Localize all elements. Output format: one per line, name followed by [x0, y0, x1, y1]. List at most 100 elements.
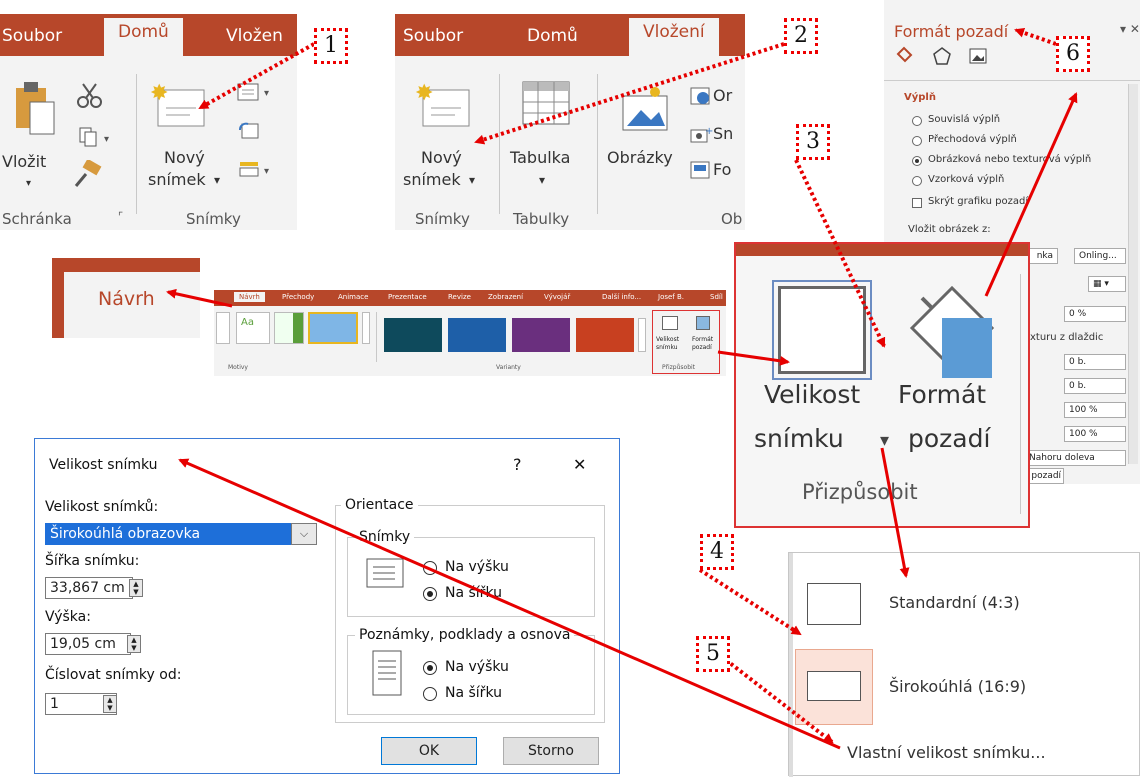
reset-icon[interactable] — [238, 120, 260, 142]
dialog-launcher-icon[interactable]: ⌜ — [118, 210, 123, 223]
picture-icon[interactable] — [968, 46, 988, 66]
opt-gradient[interactable]: Přechodová výplň — [928, 134, 1017, 145]
theme-thumb-2[interactable]: Aa — [236, 312, 270, 344]
mini-format-bg-icon[interactable] — [696, 316, 710, 330]
tab-home[interactable]: Domů — [527, 26, 578, 46]
slide-size-label-1[interactable]: Velikost — [764, 380, 860, 409]
cancel-button[interactable]: Storno — [503, 737, 599, 765]
online-pictures-label[interactable]: Or — [713, 86, 732, 106]
slide-size-dropdown-icon[interactable]: ⌵ — [291, 523, 317, 545]
tab-insert[interactable]: Vložen — [226, 26, 283, 46]
opt-picture[interactable]: Obrázková nebo texturová výplň — [928, 154, 1091, 165]
radio-gradient[interactable] — [912, 136, 922, 146]
radio-solid[interactable] — [912, 116, 922, 126]
slide-size-label-2[interactable]: snímku — [754, 424, 844, 453]
alignment-dropdown[interactable]: Nahoru doleva — [1024, 450, 1126, 466]
mini-format-label-1[interactable]: Formát — [692, 336, 713, 343]
notes-landscape-radio[interactable] — [423, 687, 437, 701]
opt-pattern[interactable]: Vzorková výplň — [928, 174, 1004, 185]
pane-scrollbar[interactable] — [1128, 84, 1138, 464]
pictures-icon[interactable] — [621, 80, 673, 136]
mini-tab-transitions[interactable]: Přechody — [282, 293, 314, 301]
notes-portrait-radio[interactable] — [423, 661, 437, 675]
online-pictures-icon[interactable] — [689, 86, 713, 108]
table-label[interactable]: Tabulka — [510, 148, 570, 168]
new-slide-label-2[interactable]: snímek — [148, 170, 206, 190]
slides-portrait-radio[interactable] — [423, 561, 437, 575]
ok-button[interactable]: OK — [381, 737, 477, 765]
slide-size-chevron[interactable]: ▾ — [880, 430, 889, 451]
paste-label[interactable]: Vložit — [2, 152, 46, 172]
new-slide-label-2[interactable]: snímek — [403, 170, 461, 190]
new-slide-label-1[interactable]: Nový — [164, 148, 205, 168]
screenshot-label[interactable]: Sn — [713, 124, 733, 144]
format-bg-label-1[interactable]: Formát — [898, 380, 986, 409]
transparency-input[interactable]: 0 % — [1064, 306, 1126, 322]
radio-pattern[interactable] — [912, 176, 922, 186]
tile-label[interactable]: exturu z dlaždic — [1024, 332, 1103, 343]
effects-pentagon-icon[interactable] — [932, 46, 952, 66]
variants-scroll[interactable] — [638, 318, 646, 352]
new-slide-icon[interactable]: ✸ — [150, 78, 208, 134]
slides-landscape-label[interactable]: Na šířku — [445, 585, 502, 601]
width-spinner[interactable]: ▲ ▼ — [129, 579, 143, 597]
format-background-icon[interactable] — [902, 278, 1002, 384]
format-painter-icon[interactable] — [74, 160, 102, 188]
mini-size-label-1[interactable]: Velikost — [656, 336, 679, 343]
new-slide-icon[interactable]: ✸ — [415, 78, 473, 134]
new-slide-label-1[interactable]: Nový — [421, 148, 462, 168]
variant-thumb-1[interactable] — [384, 318, 442, 352]
pictures-label[interactable]: Obrázky — [607, 148, 673, 168]
width-input[interactable]: 33,867 cm — [45, 577, 133, 599]
section-icon[interactable]: ▾ — [236, 158, 276, 180]
screenshot-icon[interactable]: + — [689, 124, 713, 146]
mini-format-label-2[interactable]: pozadí — [692, 344, 712, 351]
online-button[interactable]: Onling... — [1074, 248, 1126, 264]
radio-picture[interactable] — [912, 156, 922, 166]
fill-bucket-icon[interactable] — [894, 46, 914, 66]
mini-tab-review[interactable]: Revize — [448, 293, 471, 301]
mini-slide-size-icon[interactable] — [662, 316, 678, 330]
table-icon[interactable] — [521, 78, 573, 130]
layout-icon[interactable]: ▾ — [236, 82, 276, 104]
theme-thumb-1[interactable] — [216, 312, 230, 344]
hide-graphics-label[interactable]: Skrýt grafiku pozadí — [928, 196, 1028, 207]
format-bg-label-2[interactable]: pozadí — [908, 424, 990, 453]
variant-thumb-3[interactable] — [512, 318, 570, 352]
slides-portrait-label[interactable]: Na výšku — [445, 559, 509, 575]
clipboard-icon[interactable] — [12, 78, 56, 140]
number-spinner[interactable]: ▲ ▼ — [103, 695, 117, 713]
mini-size-label-2[interactable]: snímku — [656, 344, 678, 351]
mini-tab-design[interactable]: Návrh — [234, 292, 265, 302]
photo-album-icon[interactable] — [689, 160, 713, 182]
gallery-scroll[interactable] — [362, 312, 370, 344]
height-spinner[interactable]: ▲ ▼ — [127, 635, 141, 653]
mini-share[interactable]: Sdíl — [710, 293, 723, 301]
pane-close-icon[interactable]: ▾ ✕ — [1120, 22, 1140, 36]
notes-landscape-label[interactable]: Na šířku — [445, 685, 502, 701]
menu-item-custom-label[interactable]: Vlastní velikost snímku... — [847, 743, 1046, 762]
menu-item-widescreen-label[interactable]: Širokoúhlá (16:9) — [889, 677, 1026, 696]
variant-thumb-4[interactable] — [576, 318, 634, 352]
offset-y-input[interactable]: 0 b. — [1064, 378, 1126, 394]
hide-graphics-checkbox[interactable] — [912, 198, 922, 208]
menu-item-standard-label[interactable]: Standardní (4:3) — [889, 593, 1020, 612]
mini-tab-slideshow[interactable]: Prezentace — [388, 293, 427, 301]
copy-icon[interactable]: ▾ — [78, 126, 118, 148]
mini-tab-developer[interactable]: Vývojář — [544, 293, 570, 301]
texture-dropdown[interactable]: ▦ ▾ — [1088, 276, 1126, 292]
theme-thumb-3[interactable] — [274, 312, 304, 344]
scale-x-input[interactable]: 100 % — [1064, 402, 1126, 418]
variant-thumb-2[interactable] — [448, 318, 506, 352]
height-input[interactable]: 19,05 cm — [45, 633, 131, 655]
mini-tab-tellme[interactable]: Další info... — [602, 293, 641, 301]
close-button[interactable]: ✕ — [573, 455, 586, 474]
tab-design[interactable]: Návrh — [98, 288, 155, 310]
offset-x-input[interactable]: 0 b. — [1064, 354, 1126, 370]
scale-y-input[interactable]: 100 % — [1064, 426, 1126, 442]
slide-size-select[interactable]: Širokoúhlá obrazovka — [45, 523, 317, 545]
slides-landscape-radio[interactable] — [423, 587, 437, 601]
help-button[interactable]: ? — [513, 455, 522, 474]
tab-file[interactable]: Soubor — [403, 26, 463, 46]
scissors-icon[interactable] — [76, 82, 104, 110]
